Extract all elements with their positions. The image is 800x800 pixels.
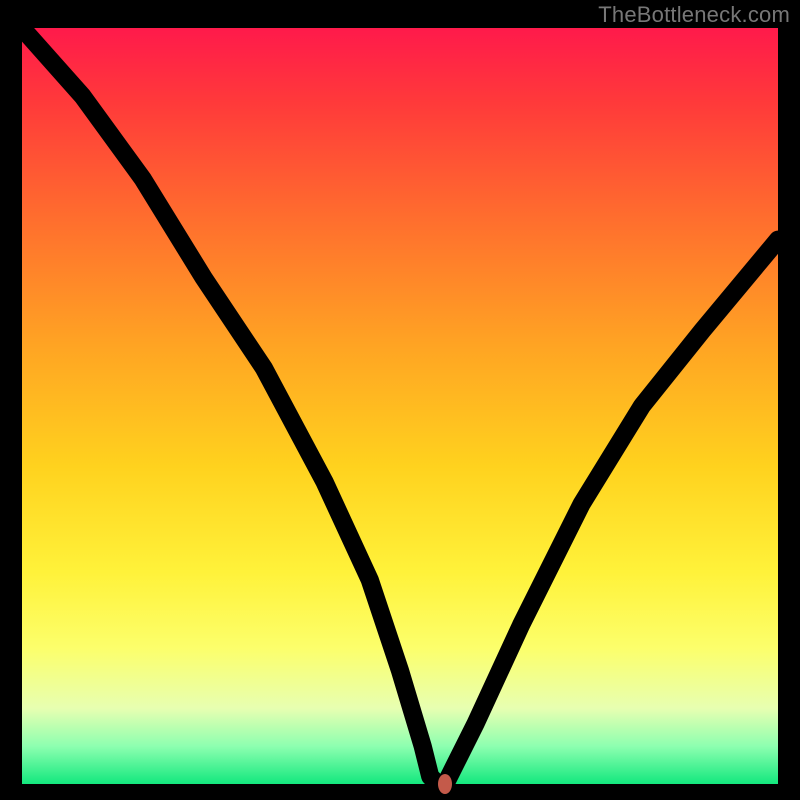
bottleneck-curve	[22, 28, 778, 784]
chart-frame: TheBottleneck.com	[0, 0, 800, 800]
plot-area	[22, 28, 778, 784]
watermark-text: TheBottleneck.com	[598, 2, 790, 28]
optimal-point-marker	[438, 774, 452, 794]
bottleneck-curve-path	[22, 28, 778, 784]
